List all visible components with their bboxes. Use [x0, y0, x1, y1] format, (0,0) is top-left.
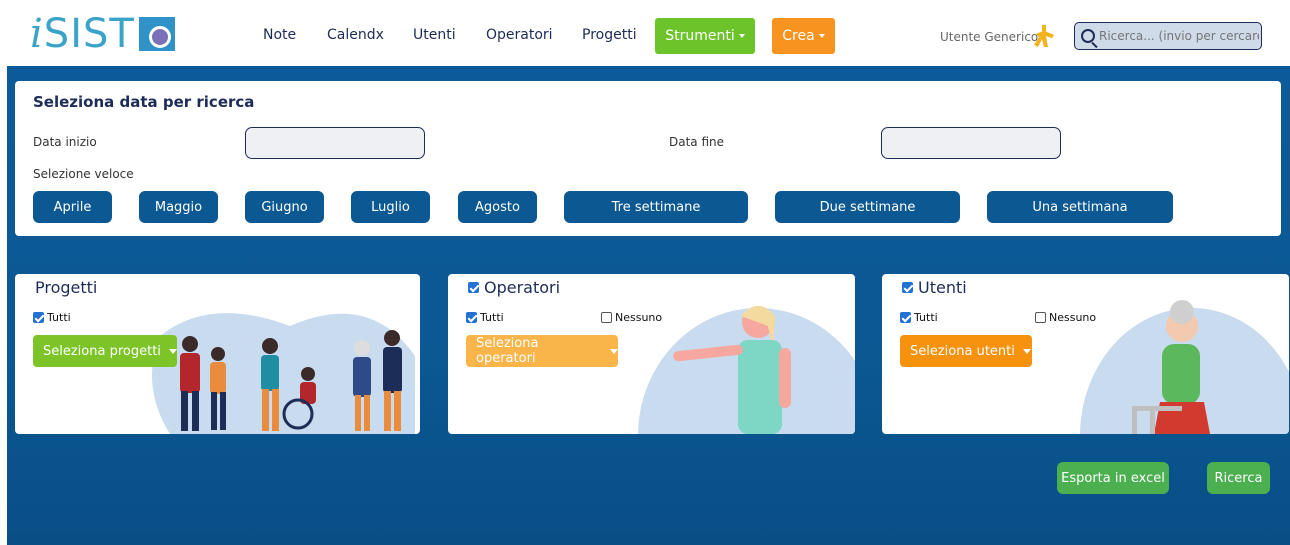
- select-users-button[interactable]: Seleziona utenti: [900, 335, 1032, 367]
- date-search-title: Seleziona data per ricerca: [33, 93, 255, 111]
- caret-down-icon: [610, 348, 618, 354]
- isist-logo[interactable]: iSIST: [30, 14, 175, 54]
- end-date-input[interactable]: [881, 127, 1061, 159]
- quick-two-weeks-button[interactable]: Due settimane: [775, 191, 960, 223]
- quick-may-button[interactable]: Maggio: [139, 191, 218, 223]
- checkbox-checked-icon: [466, 312, 477, 323]
- quick-three-weeks-button[interactable]: Tre settimane: [564, 191, 748, 223]
- people-group-illustration: [152, 313, 415, 434]
- operators-all-checkbox[interactable]: Tutti: [466, 311, 504, 324]
- start-date-input[interactable]: [245, 127, 425, 159]
- nav-progetti[interactable]: Progetti: [582, 27, 637, 43]
- user-name[interactable]: Utente Generico: [940, 30, 1038, 44]
- search-input[interactable]: [1099, 29, 1259, 43]
- elderly-woman-illustration: [1080, 300, 1289, 434]
- projects-all-checkbox[interactable]: Tutti: [33, 311, 71, 324]
- checkbox-checked-icon: [900, 312, 911, 323]
- quick-july-button[interactable]: Luglio: [351, 191, 430, 223]
- logo-text: SIST: [43, 11, 135, 57]
- checkbox-unchecked-icon: [601, 312, 612, 323]
- end-date-label: Data fine: [669, 135, 725, 149]
- checkbox-unchecked-icon: [1035, 312, 1046, 323]
- users-title: Utenti: [902, 278, 967, 297]
- logo-mark-icon: [138, 17, 175, 51]
- quick-april-button[interactable]: Aprile: [33, 191, 112, 223]
- export-excel-button[interactable]: Esporta in excel: [1057, 462, 1169, 494]
- quick-june-button[interactable]: Giugno: [245, 191, 324, 223]
- quick-one-week-button[interactable]: Una settimana: [987, 191, 1173, 223]
- chevron-down-icon: [738, 34, 745, 38]
- operators-title: Operatori: [468, 278, 560, 297]
- search-box[interactable]: [1074, 22, 1262, 50]
- operators-title-checkbox[interactable]: [468, 282, 479, 293]
- chevron-down-icon: [818, 34, 825, 38]
- start-date-label: Data inizio: [33, 135, 97, 149]
- nav-utenti[interactable]: Utenti: [413, 27, 456, 43]
- nurse-illustration: [638, 306, 855, 434]
- date-search-card: Seleziona data per ricerca Data inizio D…: [15, 81, 1281, 236]
- quick-select-label: Selezione veloce: [33, 167, 134, 181]
- caret-down-icon: [168, 348, 177, 354]
- crea-dropdown[interactable]: Crea: [772, 18, 835, 54]
- nav-calendx[interactable]: Calendx: [327, 27, 384, 43]
- nav-operatori[interactable]: Operatori: [486, 27, 553, 43]
- quick-august-button[interactable]: Agosto: [458, 191, 537, 223]
- users-title-checkbox[interactable]: [902, 282, 913, 293]
- users-panel: Utenti Tutti Nessuno Seleziona utenti: [882, 274, 1289, 434]
- select-operators-button[interactable]: Seleziona operatori: [466, 335, 618, 367]
- main-area: Seleziona data per ricerca Data inizio D…: [7, 66, 1290, 545]
- strumenti-dropdown[interactable]: Strumenti: [655, 18, 755, 54]
- caret-down-icon: [1022, 348, 1031, 354]
- projects-title: Progetti: [35, 278, 98, 297]
- nav-note[interactable]: Note: [263, 27, 296, 43]
- strumenti-label: Strumenti: [665, 28, 735, 44]
- checkbox-checked-icon: [33, 312, 44, 323]
- select-projects-button[interactable]: Seleziona progetti: [33, 335, 177, 367]
- logo-prefix: i: [30, 11, 44, 57]
- users-all-checkbox[interactable]: Tutti: [900, 311, 938, 324]
- crea-label: Crea: [782, 28, 815, 44]
- search-button[interactable]: Ricerca: [1207, 462, 1270, 494]
- search-icon: [1081, 29, 1095, 43]
- operators-panel: Operatori Tutti Nessuno Seleziona operat…: [448, 274, 855, 434]
- top-navbar: iSIST Note Calendx Utenti Operatori Prog…: [0, 0, 1290, 66]
- projects-panel: Progetti Tutti Seleziona progetti: [15, 274, 420, 434]
